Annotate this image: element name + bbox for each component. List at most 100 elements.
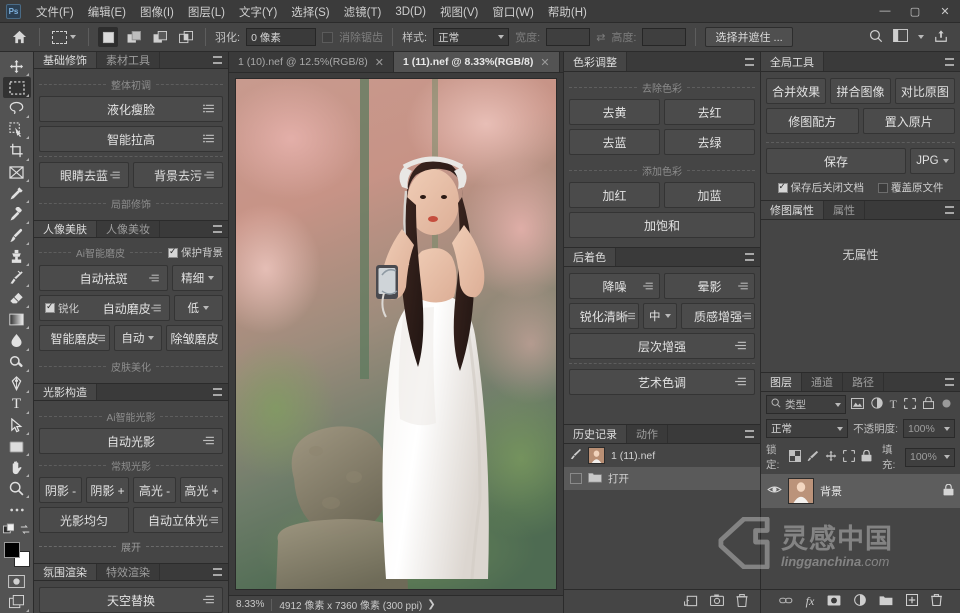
chevron-down-icon[interactable] [918, 35, 924, 39]
subtract-from-selection-button[interactable] [150, 27, 170, 47]
auto-smooth-button[interactable]: 锐化 自动磨皮 [39, 295, 170, 321]
tab-color-adjust[interactable]: 色彩调整 [564, 52, 627, 71]
layer-mask-icon[interactable] [827, 594, 841, 609]
panel-menu-button[interactable] [213, 564, 228, 580]
height-input[interactable] [642, 28, 687, 46]
flatten-image-button[interactable]: 拼合图像 [830, 78, 891, 104]
artistic-tone-button[interactable]: 艺术色调 [569, 369, 755, 395]
canvas-viewport[interactable] [229, 73, 563, 595]
highlight-minus-button[interactable]: 高光 - [133, 477, 176, 503]
camera-icon[interactable] [709, 594, 725, 609]
zoom-level[interactable]: 8.33% [229, 599, 271, 610]
remove-red-button[interactable]: 去红 [664, 99, 755, 125]
menu-help[interactable]: 帮助(H) [541, 1, 594, 23]
compare-original-button[interactable]: 对比原图 [894, 78, 955, 104]
smart-stretch-button[interactable]: 智能拉高 [39, 126, 223, 152]
adjustment-filter-icon[interactable] [870, 397, 883, 412]
settings-lines-icon[interactable] [203, 132, 214, 146]
sharpen-level-select[interactable]: 中 [642, 303, 677, 329]
add-saturation-button[interactable]: 加饱和 [569, 212, 755, 238]
tab-effect-render[interactable]: 特效渲染 [97, 564, 160, 580]
sharpen-checkbox[interactable] [45, 301, 55, 313]
lock-position-icon[interactable] [825, 450, 837, 465]
tab-actions[interactable]: 动作 [627, 425, 668, 443]
settings-lines-icon[interactable] [643, 279, 653, 293]
tool-preset-picker[interactable] [49, 29, 79, 46]
auto-spot-removal-button[interactable]: 自动祛斑 [39, 265, 169, 291]
smart-smooth-mode-select[interactable]: 自动 [113, 325, 162, 351]
auto-smooth-level-select[interactable]: 低 [173, 295, 223, 321]
workspace-switcher-icon[interactable] [893, 29, 908, 45]
eraser-tool[interactable] [3, 288, 31, 309]
add-to-selection-button[interactable] [124, 27, 144, 47]
search-icon[interactable] [869, 29, 883, 46]
shadow-plus-button[interactable]: 阴影 + [86, 477, 129, 503]
settings-lines-icon[interactable] [150, 301, 161, 315]
lock-transparent-icon[interactable] [789, 449, 801, 465]
settings-lines-icon[interactable] [110, 168, 120, 182]
type-tool[interactable]: T [3, 394, 31, 415]
history-brush-tool[interactable] [3, 267, 31, 288]
brush-tool[interactable] [3, 225, 31, 246]
maximize-button[interactable]: ▢ [900, 0, 930, 23]
tab-light-shadow[interactable]: 光影构造 [34, 384, 97, 400]
tab-atmosphere-render[interactable]: 氛围渲染 [34, 564, 97, 580]
antialias-checkbox[interactable] [322, 31, 334, 43]
remove-green-button[interactable]: 去绿 [664, 129, 755, 155]
crop-tool[interactable] [3, 140, 31, 161]
share-icon[interactable] [934, 29, 948, 46]
tab-material-tools[interactable]: 素材工具 [97, 52, 160, 68]
document-tab-1[interactable]: 1 (10).nef @ 12.5%(RGB/8) ✕ [229, 52, 394, 72]
retouch-recipe-button[interactable]: 修图配方 [766, 108, 859, 134]
settings-lines-icon[interactable] [738, 279, 748, 293]
tab-layers[interactable]: 图层 [761, 373, 802, 391]
settings-lines-icon[interactable] [735, 339, 746, 353]
panel-menu-button[interactable] [945, 201, 960, 219]
shape-tool[interactable] [3, 436, 31, 457]
swap-dimensions-icon[interactable]: ⇄ [596, 31, 605, 44]
settings-lines-icon[interactable] [203, 434, 214, 448]
tab-history[interactable]: 历史记录 [564, 425, 627, 443]
new-selection-button[interactable] [98, 27, 118, 47]
zoom-tool[interactable] [3, 478, 31, 499]
close-after-save-row[interactable]: 保存后关闭文档 [777, 180, 864, 195]
layer-filter-type-select[interactable]: 类型 [766, 395, 846, 414]
select-and-mask-button[interactable]: 选择并遮住 ... [705, 27, 793, 47]
protect-background-checkbox-row[interactable]: 保护背景 [168, 245, 223, 260]
tab-post-color[interactable]: 后着色 [564, 248, 616, 266]
lock-all-icon[interactable] [861, 449, 872, 465]
tab-basic-retouch[interactable]: 基础修饰 [34, 52, 97, 68]
sharpen-checkbox-row[interactable]: 锐化 [45, 301, 79, 316]
clone-stamp-tool[interactable] [3, 246, 31, 267]
tab-makeup[interactable]: 人像美妆 [97, 221, 160, 237]
panel-menu-button[interactable] [213, 221, 228, 237]
opacity-field[interactable]: 100% [903, 419, 955, 438]
dodge-tool[interactable] [3, 352, 31, 373]
tab-paths[interactable]: 路径 [843, 373, 884, 391]
close-icon[interactable]: ✕ [375, 56, 384, 69]
add-red-button[interactable]: 加红 [569, 182, 660, 208]
overwrite-original-checkbox[interactable] [878, 182, 888, 193]
history-state-marker-icon[interactable] [570, 473, 582, 484]
history-state-row[interactable]: 打开 [564, 467, 760, 490]
history-snapshot-row[interactable]: 1 (11).nef [564, 444, 760, 467]
liquify-slim-face-button[interactable]: 液化瘦脸 [39, 96, 223, 122]
layer-lock-icon[interactable] [943, 483, 954, 499]
home-icon[interactable] [8, 27, 30, 47]
settings-lines-icon[interactable] [625, 309, 635, 323]
color-mode-row[interactable] [2, 520, 31, 537]
new-group-icon[interactable] [879, 595, 893, 609]
layer-style-fx-icon[interactable]: fx [806, 594, 815, 609]
settings-lines-icon[interactable] [204, 168, 214, 182]
color-swatches[interactable] [3, 541, 30, 567]
status-expand-icon[interactable]: ❯ [427, 599, 435, 610]
panel-menu-button[interactable] [945, 52, 960, 71]
settings-lines-icon[interactable] [735, 375, 746, 389]
feather-input[interactable]: 0 像素 [246, 28, 317, 46]
smart-object-filter-icon[interactable] [922, 396, 935, 412]
delete-layer-icon[interactable] [931, 594, 943, 609]
remove-blue-button[interactable]: 去蓝 [569, 129, 660, 155]
auto-light-button[interactable]: 自动光影 [39, 428, 223, 454]
more-tools-icon[interactable] [3, 499, 31, 520]
merge-effects-button[interactable]: 合并效果 [766, 78, 827, 104]
